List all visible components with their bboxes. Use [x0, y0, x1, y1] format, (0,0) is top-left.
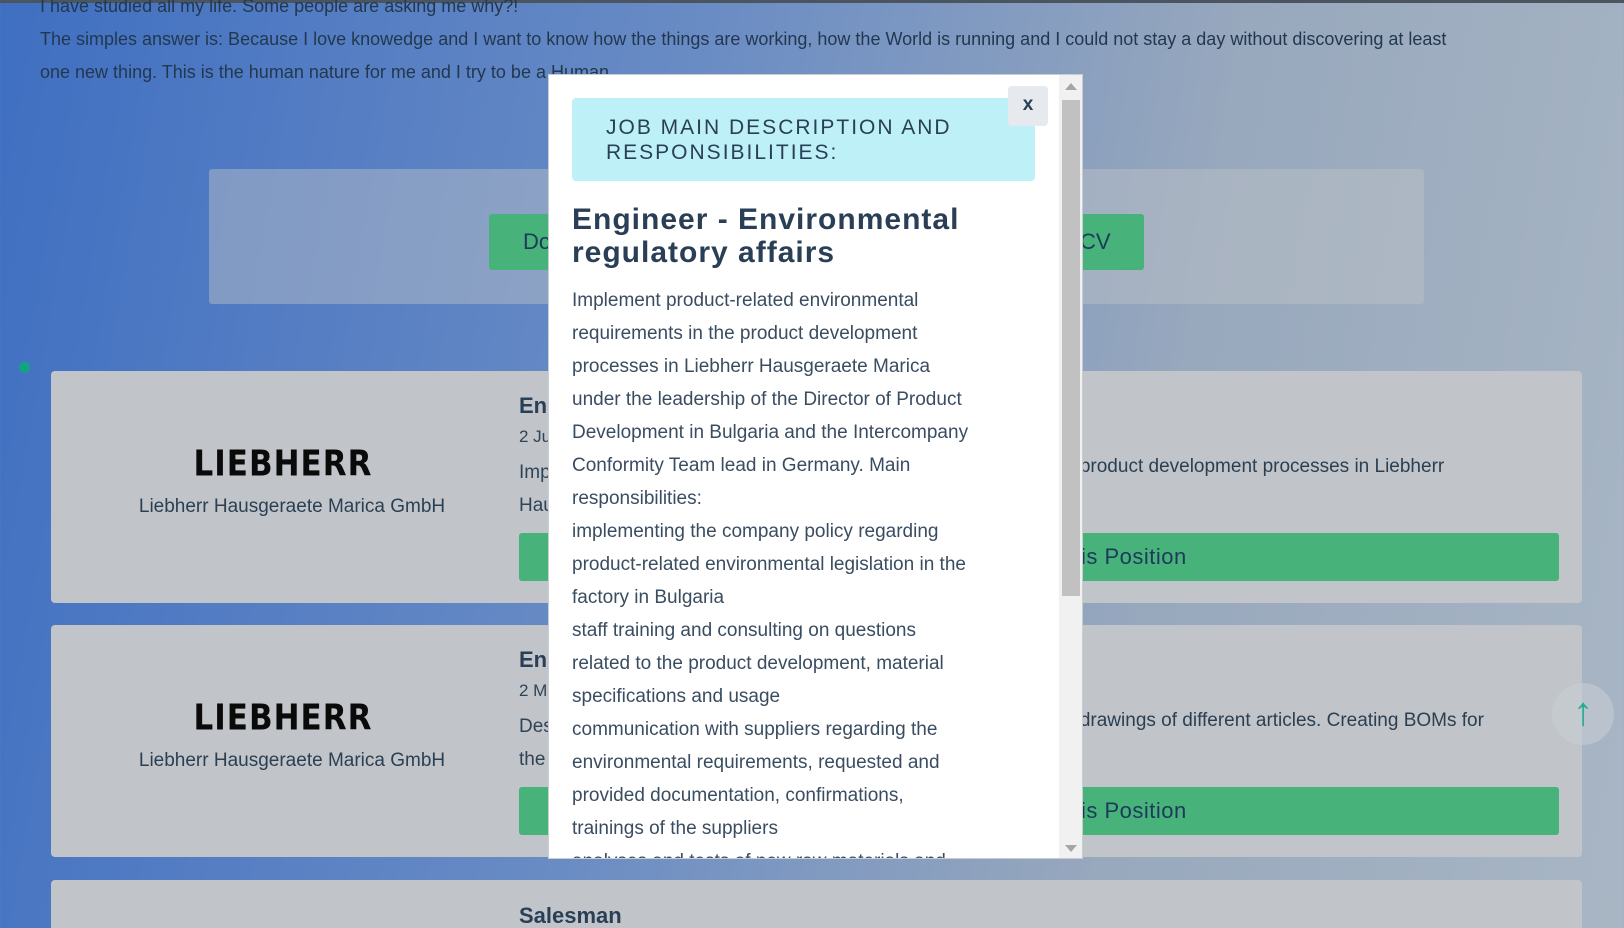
- modal-scrollbar[interactable]: [1059, 75, 1082, 858]
- scrollbar-thumb[interactable]: [1062, 100, 1080, 596]
- scroll-down-arrow-icon[interactable]: [1065, 845, 1077, 852]
- modal-job-title: Engineer - Environmental regulatory affa…: [572, 203, 960, 269]
- apply-position-label[interactable]: is Position: [1081, 787, 1187, 835]
- job-title: En: [519, 647, 548, 672]
- modal-paragraph: analyses and tests of new raw materials …: [572, 845, 972, 858]
- company-name: Liebherr Hausgeraete Marica GmbH: [138, 750, 446, 771]
- company-logo: LIEBHERR: [193, 443, 373, 485]
- close-button[interactable]: x: [1008, 86, 1048, 126]
- job-desc-tail: d drawings of different articles. Creati…: [1064, 710, 1484, 731]
- modal-paragraph: implementing the company policy regardin…: [572, 521, 966, 608]
- modal-body: Implement product-related environmental …: [572, 284, 972, 858]
- intro-line-1: I have studied all my life. Some people …: [40, 0, 519, 16]
- modal-paragraph: communication with suppliers regarding t…: [572, 719, 940, 839]
- job-desc-line2: the: [519, 749, 546, 770]
- job-desc-prefix: Imp: [519, 462, 551, 483]
- modal-paragraph: Implement product-related environmental …: [572, 290, 969, 509]
- modal-paragraph: staff training and consulting on questio…: [572, 620, 944, 707]
- job-description-modal: JOB MAIN DESCRIPTION AND RESPONSIBILITIE…: [548, 74, 1083, 859]
- job-date: 2 Ju: [519, 427, 552, 446]
- job-card: Salesman: [51, 880, 1582, 928]
- company-logo: LIEBHERR: [193, 697, 373, 739]
- scroll-up-arrow-icon[interactable]: [1065, 83, 1077, 90]
- job-title: En: [519, 393, 548, 418]
- scroll-to-top-button[interactable]: ↑: [1552, 683, 1614, 745]
- job-date: 2 M: [519, 681, 548, 700]
- job-desc-tail: e product development processes in Liebh…: [1064, 456, 1445, 477]
- job-title: Salesman: [519, 903, 622, 928]
- timeline-dot: [19, 362, 30, 373]
- apply-position-label[interactable]: is Position: [1081, 533, 1187, 581]
- modal-header: JOB MAIN DESCRIPTION AND RESPONSIBILITIE…: [572, 98, 1035, 181]
- arrow-up-icon: ↑: [1573, 690, 1593, 734]
- company-name: Liebherr Hausgeraete Marica GmbH: [138, 496, 446, 517]
